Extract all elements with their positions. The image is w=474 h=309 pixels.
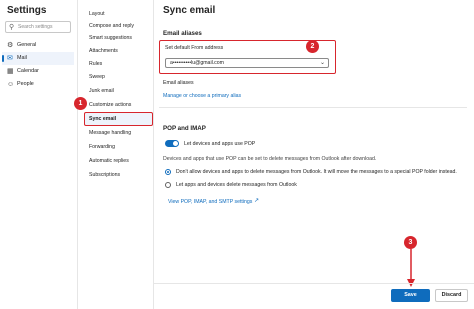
default-from-label: Set default From address [165,45,224,51]
submenu-item-subscriptions[interactable]: Subscriptions [89,171,120,179]
submenu-item-message-handling[interactable]: Message handling [89,129,131,137]
radio-dot [167,171,169,173]
discard-button[interactable]: Discard [435,289,468,302]
category-people[interactable]: ☺ People [2,78,74,91]
email-aliases-subheading: Email aliases [163,80,194,86]
settings-title: Settings [7,5,47,16]
submenu-item-customize-actions[interactable]: Customize actions [89,101,131,109]
search-icon: ⚲ [9,24,15,31]
radio-dont-allow-delete-label: Don't allow devices and apps to delete m… [176,169,457,175]
category-mail[interactable]: ✉ Mail [2,52,74,65]
view-settings-link[interactable]: View POP, IMAP, and SMTP settings [168,199,252,205]
footer-divider [154,283,474,284]
category-calendar[interactable]: ▦ Calendar [2,65,74,78]
settings-nav-pane: Settings ⚲ Search settings ⚙ General ✉ M… [0,0,78,309]
default-from-select[interactable]: a••••••••••lu@gmail.com ⌄ [165,58,329,68]
manage-alias-link[interactable]: Manage or choose a primary alias [163,93,241,99]
submenu-item-rules[interactable]: Rules [89,60,102,68]
submenu-item-smart-suggestions[interactable]: Smart suggestions [89,34,132,42]
submenu-item-sweep[interactable]: Sweep [89,73,105,81]
chevron-down-icon: ⌄ [319,60,325,66]
submenu-item-compose[interactable]: Compose and reply [89,22,134,30]
email-aliases-heading: Email aliases [163,30,202,37]
radio-allow-delete[interactable] [165,182,171,188]
category-general[interactable]: ⚙ General [2,39,74,52]
annotation-badge-2: 2 [306,40,319,53]
mail-icon: ✉ [7,55,13,62]
section-divider [159,107,467,108]
submenu-item-automatic-replies[interactable]: Automatic replies [89,157,129,165]
pop-description: Devices and apps that use POP can be set… [163,156,377,162]
category-label: General [17,42,37,48]
submenu-item-junk-email[interactable]: Junk email [89,87,114,95]
category-label: Calendar [17,68,39,74]
category-label: People [17,81,34,87]
radio-dont-allow-delete[interactable] [165,169,171,175]
radio-allow-delete-label: Let apps and devices delete messages fro… [176,182,297,188]
calendar-icon: ▦ [7,68,14,75]
pop-toggle-label: Let devices and apps use POP [184,141,256,147]
search-placeholder: Search settings [18,24,53,30]
gear-icon: ⚙ [7,42,14,49]
save-button[interactable]: Save [391,289,430,302]
submenu-item-layout[interactable]: Layout [89,10,105,18]
submenu-item-forwarding[interactable]: Forwarding [89,143,115,151]
pop-toggle[interactable] [165,140,179,147]
open-external-icon: ↗ [254,198,260,204]
submenu-item-attachments[interactable]: Attachments [89,47,118,55]
search-settings-input[interactable]: ⚲ Search settings [5,21,71,33]
submenu-item-sync-email[interactable]: Sync email [89,115,116,123]
people-icon: ☺ [7,81,15,88]
annotation-badge-3: 3 [404,236,417,249]
category-label: Mail [17,55,27,61]
default-from-value: a••••••••••lu@gmail.com [170,60,224,66]
annotation-badge-1: 1 [74,97,87,110]
active-indicator [2,55,4,62]
toggle-knob [173,141,178,146]
pop-imap-heading: POP and IMAP [163,125,206,132]
page-title: Sync email [163,5,216,16]
